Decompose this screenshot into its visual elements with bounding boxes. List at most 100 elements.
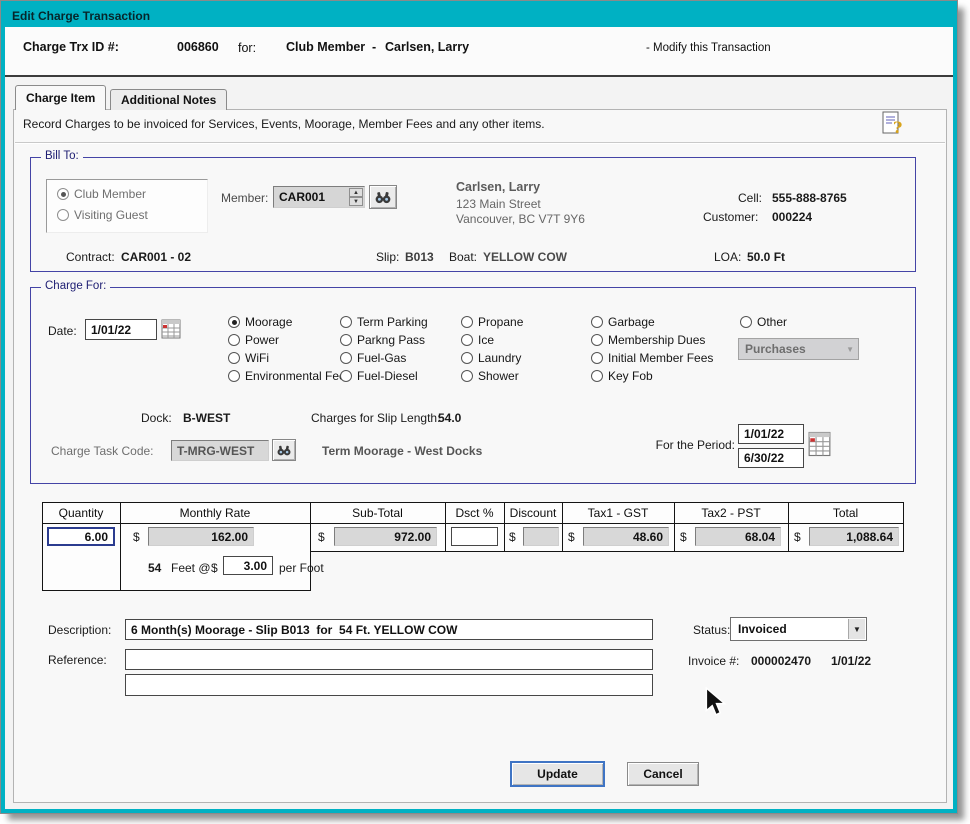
for-label: for: bbox=[238, 41, 256, 55]
invoice-number: 000002470 bbox=[751, 654, 811, 668]
title-bar[interactable]: Edit Charge Transaction bbox=[5, 5, 953, 27]
radio-dot bbox=[591, 352, 603, 364]
radio-club-member[interactable]: Club Member bbox=[57, 187, 146, 201]
radio-dot bbox=[228, 316, 240, 328]
tab-additional-notes[interactable]: Additional Notes bbox=[110, 89, 227, 110]
radio-parkng-pass[interactable]: Parkng Pass bbox=[340, 333, 425, 347]
bill-to-group: Bill To: Club Member Visiting Guest Memb… bbox=[30, 157, 916, 272]
chevron-down-icon[interactable]: ▼ bbox=[848, 619, 865, 639]
member-type-panel: Club Member Visiting Guest bbox=[46, 179, 208, 233]
dsct-pct-input[interactable] bbox=[451, 527, 498, 546]
dialog-window: Edit Charge Transaction Charge Trx ID #:… bbox=[1, 1, 957, 813]
loa-label: LOA: bbox=[714, 250, 741, 264]
contract-label: Contract: bbox=[66, 250, 115, 264]
status-select[interactable]: Invoiced ▼ bbox=[730, 617, 867, 641]
radio-dot bbox=[228, 352, 240, 364]
status-label: Status: bbox=[693, 623, 730, 637]
date-calendar-button[interactable] bbox=[161, 319, 181, 344]
radio-laundry[interactable]: Laundry bbox=[461, 351, 521, 365]
update-button[interactable]: Update bbox=[510, 761, 605, 787]
radio-dot bbox=[591, 316, 603, 328]
quantity-input[interactable] bbox=[47, 527, 115, 546]
currency-symbol: $ bbox=[211, 561, 218, 575]
radio-other[interactable]: Other bbox=[740, 315, 787, 329]
charge-for-group: Charge For: Date: 1/01/22 Moorage Power … bbox=[30, 287, 916, 484]
radio-dot bbox=[340, 370, 352, 382]
rate-feet-label: Feet @ bbox=[171, 561, 211, 575]
slip-label: Slip: bbox=[376, 250, 399, 264]
task-code-description: Term Moorage - West Docks bbox=[322, 444, 482, 458]
dock-value: B-WEST bbox=[183, 411, 230, 425]
purchases-select: Purchases ▼ bbox=[738, 338, 859, 360]
customer-number: 000224 bbox=[772, 210, 812, 224]
radio-membership-dues[interactable]: Membership Dues bbox=[591, 333, 705, 347]
sub-total-field: 972.00 bbox=[334, 527, 437, 546]
radio-dot bbox=[228, 370, 240, 382]
col-header-monthly-rate: Monthly Rate bbox=[120, 506, 310, 520]
currency-symbol: $ bbox=[133, 530, 140, 544]
radio-shower[interactable]: Shower bbox=[461, 369, 519, 383]
customer-name: Carlsen, Larry bbox=[456, 180, 540, 194]
cancel-button[interactable]: Cancel bbox=[627, 762, 699, 786]
radio-moorage[interactable]: Moorage bbox=[228, 315, 292, 329]
customer-label: Customer: bbox=[703, 210, 758, 224]
boat-value: YELLOW COW bbox=[483, 250, 567, 264]
radio-term-parking[interactable]: Term Parking bbox=[340, 315, 428, 329]
radio-wifi[interactable]: WiFi bbox=[228, 351, 269, 365]
radio-initial-member-fees[interactable]: Initial Member Fees bbox=[591, 351, 713, 365]
radio-fuel-diesel[interactable]: Fuel-Diesel bbox=[340, 369, 418, 383]
col-header-total: Total bbox=[788, 506, 903, 520]
radio-fuel-gas[interactable]: Fuel-Gas bbox=[340, 351, 406, 365]
boat-label: Boat: bbox=[449, 250, 477, 264]
total-field: 1,088.64 bbox=[809, 527, 899, 546]
radio-garbage[interactable]: Garbage bbox=[591, 315, 655, 329]
toolbar-separator bbox=[15, 142, 945, 143]
calendar-icon bbox=[808, 431, 831, 457]
spinner-up-icon[interactable]: ▲ bbox=[349, 188, 363, 197]
member-code-spinner[interactable]: ▲ ▼ bbox=[349, 188, 363, 206]
radio-propane[interactable]: Propane bbox=[461, 315, 523, 329]
period-end-field[interactable]: 6/30/22 bbox=[738, 448, 804, 468]
radio-dot bbox=[591, 334, 603, 346]
period-start-field[interactable]: 1/01/22 bbox=[738, 424, 804, 444]
radio-dot bbox=[461, 316, 473, 328]
reference-input[interactable] bbox=[125, 649, 653, 670]
col-header-discount: Discount bbox=[504, 506, 562, 520]
notes-input[interactable] bbox=[125, 674, 653, 696]
rate-per-foot-field[interactable]: 3.00 bbox=[223, 556, 273, 575]
radio-ice[interactable]: Ice bbox=[461, 333, 494, 347]
tax1-field: 48.60 bbox=[583, 527, 669, 546]
currency-symbol: $ bbox=[794, 530, 801, 544]
period-calendar-button[interactable] bbox=[808, 431, 831, 462]
bill-to-legend: Bill To: bbox=[41, 150, 83, 162]
member-code-combo: CAR001 ▲ ▼ bbox=[273, 186, 365, 208]
description-input[interactable] bbox=[125, 619, 653, 640]
currency-symbol: $ bbox=[680, 530, 687, 544]
date-field[interactable]: 1/01/22 bbox=[85, 319, 157, 340]
svg-text:?: ? bbox=[893, 118, 902, 136]
radio-environmental-fee[interactable]: Environmental Fee bbox=[228, 369, 346, 383]
task-code-field: T-MRG-WEST bbox=[171, 440, 269, 461]
radio-key-fob[interactable]: Key Fob bbox=[591, 369, 653, 383]
spinner-down-icon[interactable]: ▼ bbox=[349, 197, 363, 206]
help-icon[interactable]: ? bbox=[881, 110, 905, 141]
chevron-down-icon: ▼ bbox=[846, 345, 854, 354]
task-code-search-button[interactable] bbox=[272, 439, 296, 461]
window-title: Edit Charge Transaction bbox=[12, 9, 150, 23]
member-search-button[interactable] bbox=[369, 185, 397, 209]
monthly-rate-field: 162.00 bbox=[148, 527, 254, 546]
transaction-header: Charge Trx ID #: 006860 for: Club Member… bbox=[5, 27, 953, 77]
radio-visiting-guest[interactable]: Visiting Guest bbox=[57, 208, 148, 222]
radio-power[interactable]: Power bbox=[228, 333, 279, 347]
radio-dot bbox=[340, 352, 352, 364]
col-header-tax2: Tax2 - PST bbox=[674, 506, 788, 520]
slip-length-value: 54.0 bbox=[438, 411, 461, 425]
invoice-date: 1/01/22 bbox=[831, 654, 871, 668]
radio-dot bbox=[461, 334, 473, 346]
tab-charge-item[interactable]: Charge Item bbox=[15, 85, 106, 110]
tax2-field: 68.04 bbox=[695, 527, 781, 546]
currency-symbol: $ bbox=[568, 530, 575, 544]
mouse-cursor bbox=[705, 687, 727, 722]
radio-dot bbox=[461, 370, 473, 382]
date-label: Date: bbox=[48, 324, 77, 338]
